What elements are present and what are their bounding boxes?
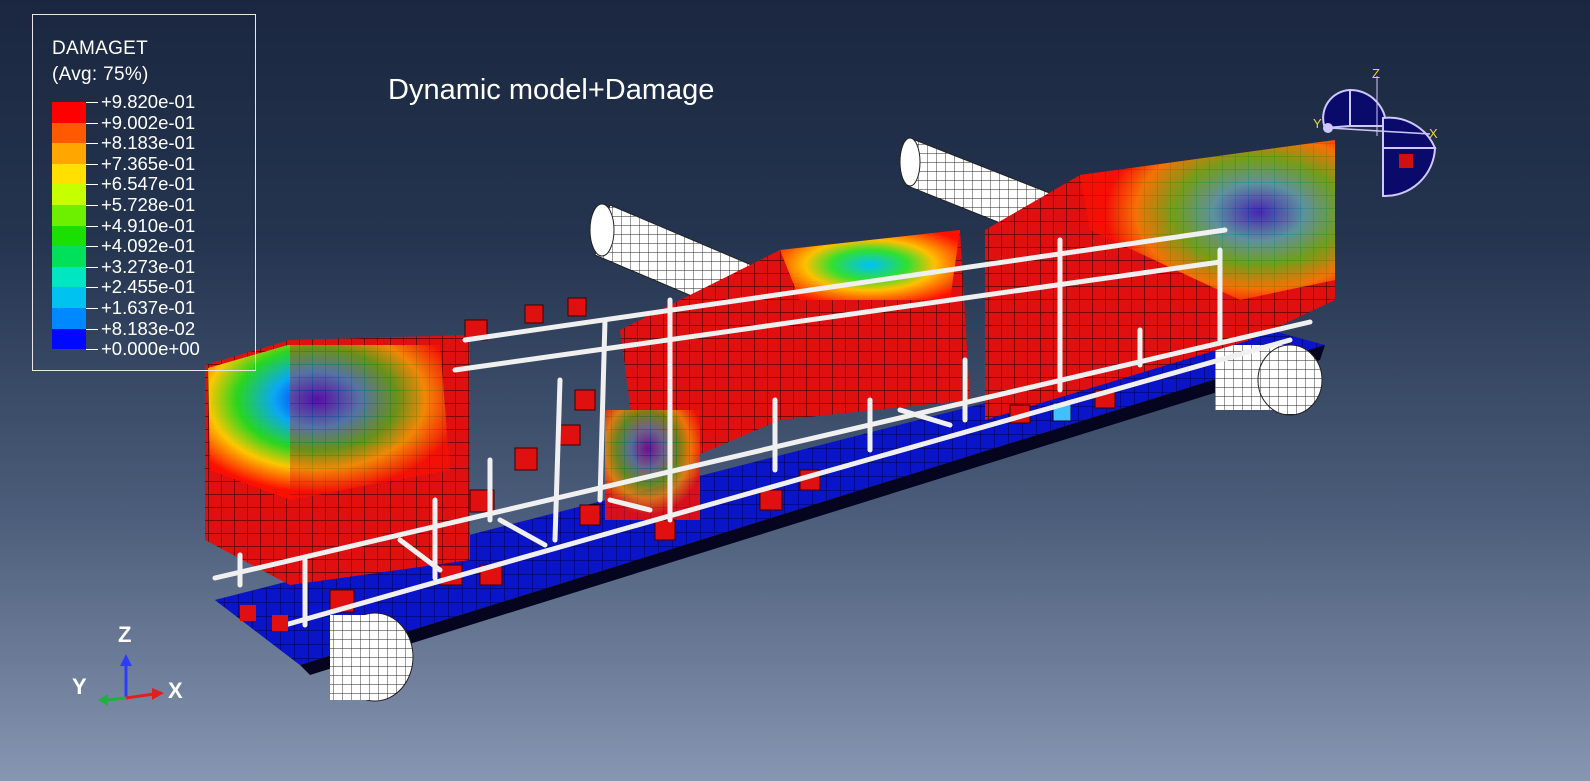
legend-swatch [52, 102, 86, 123]
view-cube[interactable]: Z Y X [1305, 66, 1455, 211]
legend-tick [86, 143, 98, 145]
view-cube-y-label: Y [1313, 116, 1322, 131]
legend-tick [86, 122, 98, 124]
legend-tick [86, 184, 98, 186]
legend-tick [86, 225, 98, 227]
triad-y-label: Y [72, 674, 87, 699]
legend-swatch [52, 143, 86, 164]
legend-swatch [52, 246, 86, 267]
legend-tick [86, 163, 98, 165]
legend-tick [86, 205, 98, 206]
legend-level-label: +1.637e-01 [101, 297, 196, 318]
support-roller-left [330, 612, 414, 702]
legend-level-label: +9.820e-01 [101, 91, 196, 112]
legend-swatch [52, 308, 86, 329]
legend-level-label: +4.092e-01 [101, 235, 196, 257]
legend-level-label: +2.455e-01 [101, 276, 196, 298]
legend-tick [86, 102, 98, 103]
legend-tick [86, 287, 98, 289]
triad-x-label: X [168, 678, 183, 703]
legend-level-label: +7.365e-01 [101, 152, 196, 174]
legend-level-label: +3.273e-01 [101, 255, 196, 277]
triad-z-label: Z [118, 622, 132, 647]
legend-swatch [52, 163, 86, 185]
legend-level-label: +9.002e-01 [101, 111, 196, 133]
view-cube-x-label: X [1429, 126, 1438, 141]
viewport-title: Dynamic model+Damage [388, 74, 715, 106]
legend-tick [86, 308, 98, 309]
legend-tick [86, 328, 98, 330]
axis-triad: Z Y X [68, 622, 198, 712]
legend-level-label: +0.000e+00 [101, 338, 200, 360]
view-cube-z-label: Z [1372, 66, 1380, 81]
legend-averaging: (Avg: 75%) [52, 64, 149, 85]
legend-level-label: +5.728e-01 [101, 194, 196, 215]
legend-level-label: +4.910e-01 [101, 214, 196, 236]
legend-swatch [52, 205, 86, 226]
legend-swatch [52, 225, 86, 247]
legend-swatch [52, 287, 86, 308]
legend-tick [86, 246, 98, 248]
legend-level-label: +8.183e-02 [101, 317, 196, 339]
legend-level-label: +8.183e-01 [101, 132, 196, 154]
legend-swatch [52, 184, 86, 205]
legend-swatch [52, 328, 86, 350]
legend-variable-name: DAMAGET [52, 38, 149, 59]
legend-swatch [52, 266, 86, 288]
legend-swatch [52, 122, 86, 144]
legend-tick [86, 349, 98, 351]
legend-tick [86, 266, 98, 268]
legend-level-label: +6.547e-01 [101, 173, 196, 195]
